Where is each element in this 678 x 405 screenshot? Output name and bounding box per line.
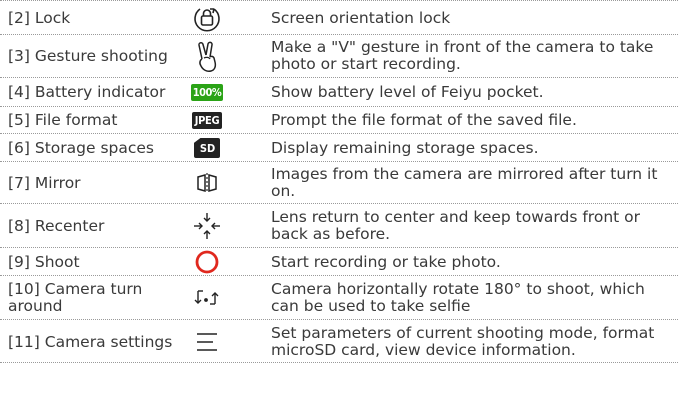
sd-card-icon: SD bbox=[193, 138, 221, 158]
table-row-shoot: [9] Shoot Start recording or take photo. bbox=[0, 247, 678, 275]
row-label: [4] Battery indicator bbox=[8, 83, 166, 101]
row-label: [8] Recenter bbox=[8, 217, 105, 235]
table-row-camera-turn-around: [10] Camera turn around Camera horizonta… bbox=[0, 275, 678, 319]
table-row-file-format: [5] File format JPEG Prompt the file for… bbox=[0, 106, 678, 133]
mirror-icon bbox=[184, 172, 230, 194]
jpeg-badge-icon: JPEG bbox=[191, 112, 223, 129]
row-description: Set parameters of current shooting mode,… bbox=[271, 324, 655, 359]
row-label: [9] Shoot bbox=[8, 253, 80, 271]
camera-turn-around-icon bbox=[184, 287, 230, 309]
v-gesture-icon bbox=[184, 40, 230, 73]
row-description: Images from the camera are mirrored afte… bbox=[271, 165, 658, 200]
table-row-storage-spaces: [6] Storage spaces SD Display remaining … bbox=[0, 133, 678, 161]
row-description: Prompt the file format of the saved file… bbox=[271, 111, 577, 129]
row-label: [7] Mirror bbox=[8, 174, 81, 192]
row-label: [2] Lock bbox=[8, 9, 71, 27]
table-row-camera-settings: [11] Camera settings Set parameters of c… bbox=[0, 319, 678, 363]
table-row-recenter: [8] Recenter Lens return to center and k… bbox=[0, 203, 678, 247]
battery-badge-icon: 100% bbox=[190, 84, 224, 101]
row-label: [11] Camera settings bbox=[8, 333, 173, 351]
row-description: Lens return to center and keep towards f… bbox=[271, 208, 641, 243]
menu-lines-icon bbox=[184, 331, 230, 353]
table-row-mirror: [7] Mirror Images from the camera are mi… bbox=[0, 161, 678, 203]
table-row-battery-indicator: [4] Battery indicator 100% Show battery … bbox=[0, 77, 678, 106]
table-row-gesture-shooting: [3] Gesture shooting Make a "V" gesture … bbox=[0, 34, 678, 77]
row-description: Screen orientation lock bbox=[271, 9, 451, 27]
row-description: Start recording or take photo. bbox=[271, 253, 501, 271]
row-label: [6] Storage spaces bbox=[8, 139, 155, 157]
row-description: Display remaining storage spaces. bbox=[271, 139, 539, 157]
table-row-lock: [2] Lock Screen orientation lock bbox=[0, 0, 678, 34]
recenter-icon bbox=[184, 212, 230, 240]
row-description: Make a "V" gesture in front of the camer… bbox=[271, 38, 654, 73]
row-description: Show battery level of Feiyu pocket. bbox=[271, 83, 544, 101]
row-description: Camera horizontally rotate 180° to shoot… bbox=[271, 280, 645, 315]
row-label: [5] File format bbox=[8, 111, 118, 129]
row-label: [3] Gesture shooting bbox=[8, 47, 168, 65]
lock-rotation-icon bbox=[184, 4, 230, 32]
shoot-circle-icon bbox=[184, 250, 230, 274]
row-label: [10] Camera turn around bbox=[8, 280, 143, 315]
